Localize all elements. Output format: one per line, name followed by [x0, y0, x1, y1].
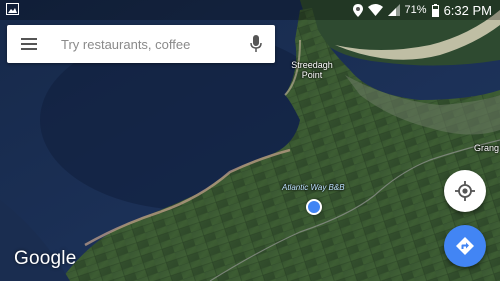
microphone-icon[interactable]: [250, 35, 262, 53]
place-label-grange[interactable]: Grang: [474, 143, 499, 153]
search-bar[interactable]: [7, 25, 275, 63]
hamburger-menu-icon[interactable]: [21, 38, 37, 50]
place-label-streedagh-point[interactable]: Streedagh Point: [287, 60, 337, 80]
signal-icon: [387, 4, 400, 16]
my-location-button[interactable]: [444, 170, 486, 212]
status-time: 6:32 PM: [443, 2, 492, 18]
crosshair-icon: [455, 181, 475, 201]
place-label-line: Point: [301, 70, 323, 80]
wifi-icon: [367, 4, 383, 16]
search-input[interactable]: [61, 36, 221, 52]
status-bar: 71% 6:32 PM: [0, 0, 500, 20]
gallery-icon: [6, 3, 19, 15]
battery-percent: 71%: [404, 4, 427, 16]
place-label-line: Streedagh: [291, 60, 333, 70]
current-location-dot: [306, 199, 322, 215]
place-label-atlantic-way[interactable]: Atlantic Way B&B: [282, 183, 345, 193]
status-icons: 71% 6:32 PM: [352, 2, 492, 18]
directions-button[interactable]: [444, 225, 486, 267]
directions-arrow-icon: [456, 237, 474, 255]
location-pin-icon: [352, 3, 363, 17]
battery-icon: [431, 3, 439, 17]
google-logo: Google: [14, 248, 77, 269]
